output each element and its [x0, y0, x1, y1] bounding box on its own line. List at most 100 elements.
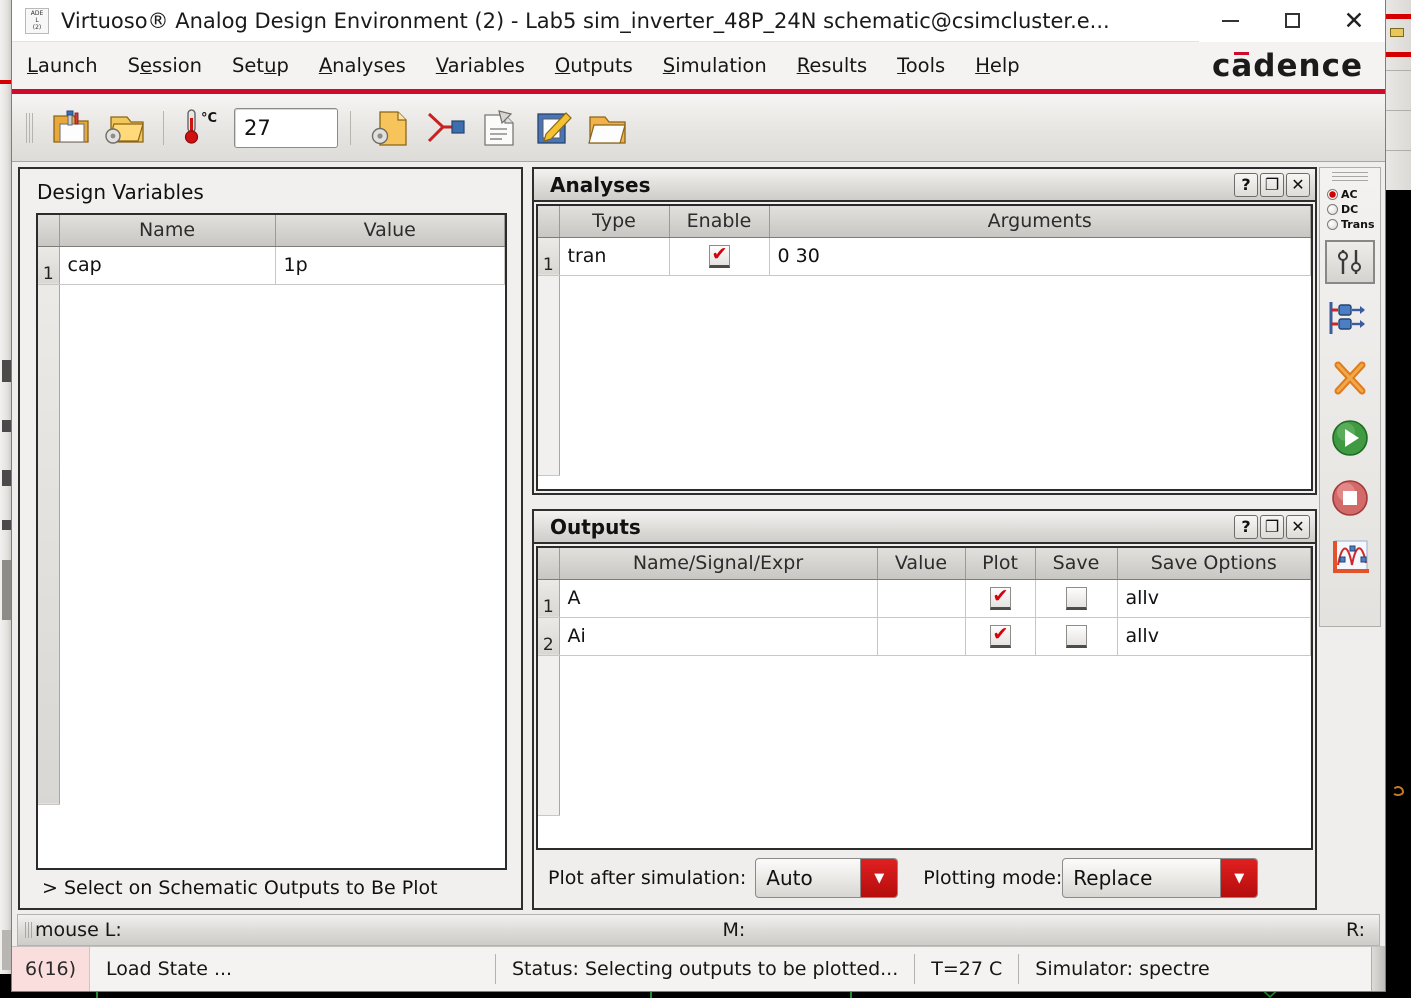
table-row[interactable]: 1 tran 0 30 [538, 237, 1311, 276]
mouse-right-binding: R: [1345, 919, 1365, 941]
mouse-bar-grip[interactable] [25, 922, 33, 938]
out-cell-value-2[interactable] [877, 617, 966, 656]
simulation-toolbar-grip[interactable] [1332, 172, 1368, 182]
chevron-down-icon[interactable]: ▼ [1220, 859, 1258, 897]
delete-icon[interactable] [1324, 352, 1376, 404]
an-row-number-header [538, 206, 560, 238]
menu-results[interactable]: Results [782, 54, 882, 77]
design-variables-table[interactable]: Name Value 1 cap 1p [36, 213, 507, 870]
table-row[interactable]: 1 A allv [538, 579, 1311, 618]
dv-col-value[interactable]: Value [275, 215, 505, 247]
error-count-badge[interactable]: 6(16) [12, 947, 90, 991]
plot-outputs-icon[interactable] [1324, 532, 1376, 584]
out-col-save[interactable]: Save [1035, 548, 1118, 580]
menu-setup[interactable]: Setup [217, 54, 304, 77]
ade-app-icon: ADE L (2) [25, 7, 49, 34]
plotting-mode-select[interactable]: Replace ▼ [1062, 858, 1259, 898]
an-cell-enable[interactable] [669, 237, 770, 276]
dv-cell-value[interactable]: 1p [275, 246, 505, 285]
menu-simulation[interactable]: Simulation [648, 54, 782, 77]
stop-simulation-icon[interactable] [1324, 472, 1376, 524]
simulation-toolbar: AC DC Trans [1319, 167, 1381, 627]
an-cell-arguments[interactable]: 0 30 [769, 237, 1311, 276]
table-row[interactable]: 1 cap 1p [38, 246, 505, 285]
status-bar-resize-grip[interactable] [1371, 947, 1385, 991]
out-col-save-options[interactable]: Save Options [1117, 548, 1311, 580]
an-empty-area[interactable] [559, 275, 1311, 475]
toolbar-grip[interactable] [26, 112, 35, 143]
analyses-enable-checkbox[interactable] [708, 243, 730, 268]
an-col-enable[interactable]: Enable [669, 206, 770, 238]
an-col-type[interactable]: Type [559, 206, 670, 238]
out-col-value[interactable]: Value [877, 548, 966, 580]
out-cell-save-2[interactable] [1035, 617, 1118, 656]
out-cell-plot-1[interactable] [965, 579, 1036, 618]
dv-col-name[interactable]: Name [59, 215, 276, 247]
out-cell-plot-2[interactable] [965, 617, 1036, 656]
choose-analyses-icon[interactable] [1325, 240, 1375, 284]
menu-help[interactable]: Help [960, 54, 1034, 77]
out-empty-area[interactable] [559, 655, 1311, 815]
temperature-input[interactable]: 27 [234, 107, 338, 148]
temperature-icon[interactable]: °C [176, 103, 234, 153]
analyses-restore-button[interactable]: ❐ [1260, 172, 1284, 197]
menu-launch[interactable]: Launch [12, 54, 113, 77]
menu-outputs[interactable]: Outputs [540, 54, 648, 77]
out-col-signal[interactable]: Name/Signal/Expr [559, 548, 878, 580]
maximize-icon [1284, 13, 1300, 28]
outputs-plot-checkbox-2[interactable] [989, 623, 1011, 648]
out-col-plot[interactable]: Plot [965, 548, 1036, 580]
analyses-close-button[interactable]: ✕ [1286, 172, 1310, 197]
outputs-table[interactable]: Name/Signal/Expr Value Plot Save Save Op… [536, 546, 1313, 850]
out-cell-signal-2[interactable]: Ai [559, 617, 878, 656]
out-cell-signal-1[interactable]: A [559, 579, 878, 618]
outputs-save-checkbox-2[interactable] [1065, 624, 1087, 648]
close-button[interactable]: ✕ [1323, 0, 1385, 42]
an-row-number: 1 [538, 237, 560, 276]
outputs-save-checkbox-1[interactable] [1065, 586, 1087, 610]
outputs-help-button[interactable]: ? [1234, 514, 1258, 539]
table-row[interactable]: 2 Ai allv [538, 617, 1311, 656]
outputs-plot-checkbox-1[interactable] [989, 585, 1011, 610]
out-row-number-2: 2 [538, 617, 560, 656]
out-cell-save-1[interactable] [1035, 579, 1118, 618]
netlist-options-icon[interactable] [363, 103, 417, 153]
temperature-value: 27 [244, 115, 271, 140]
menu-variables[interactable]: Variables [421, 54, 540, 77]
menu-tools[interactable]: Tools [882, 54, 960, 77]
open-state-icon[interactable] [43, 103, 97, 153]
radio-ac[interactable]: AC [1322, 187, 1378, 202]
analyses-panel-body: Type Enable Arguments 1 tran 0 30 [534, 202, 1315, 493]
radio-dc[interactable]: DC [1322, 202, 1378, 217]
outputs-close-button[interactable]: ✕ [1286, 514, 1310, 539]
menu-session[interactable]: Session [113, 54, 217, 77]
app-icon-line-2: L [35, 16, 39, 24]
edit-variables-icon[interactable] [1324, 292, 1376, 344]
dv-empty-area[interactable] [59, 284, 505, 804]
out-row-number-1: 1 [538, 579, 560, 618]
outputs-restore-button[interactable]: ❐ [1260, 514, 1284, 539]
maximize-button[interactable] [1261, 0, 1323, 42]
parasitics-icon[interactable] [417, 103, 471, 153]
dv-cell-name[interactable]: cap [59, 246, 276, 285]
minimize-button[interactable] [1199, 0, 1261, 42]
menu-analyses[interactable]: Analyses [304, 54, 421, 77]
out-cell-save-options-1[interactable]: allv [1117, 579, 1311, 618]
edit-netlist-icon[interactable] [525, 103, 579, 153]
save-state-icon[interactable] [97, 103, 151, 153]
analyses-help-button[interactable]: ? [1234, 172, 1258, 197]
out-cell-save-options-2[interactable]: allv [1117, 617, 1311, 656]
window-title: Virtuoso® Analog Design Environment (2) … [61, 8, 1110, 33]
open-results-icon[interactable] [579, 103, 633, 153]
run-simulation-icon[interactable] [1324, 412, 1376, 464]
an-row-number-empty [538, 275, 560, 476]
out-cell-value-1[interactable] [877, 579, 966, 618]
an-cell-type[interactable]: tran [559, 237, 670, 276]
analyses-table[interactable]: Type Enable Arguments 1 tran 0 30 [536, 204, 1313, 491]
radio-ac-dot [1327, 189, 1338, 200]
an-col-arguments[interactable]: Arguments [769, 206, 1311, 238]
plot-after-simulation-select[interactable]: Auto ▼ [755, 858, 899, 898]
netlist-view-icon[interactable] [471, 103, 525, 153]
radio-trans[interactable]: Trans [1322, 217, 1378, 232]
chevron-down-icon[interactable]: ▼ [860, 859, 898, 897]
